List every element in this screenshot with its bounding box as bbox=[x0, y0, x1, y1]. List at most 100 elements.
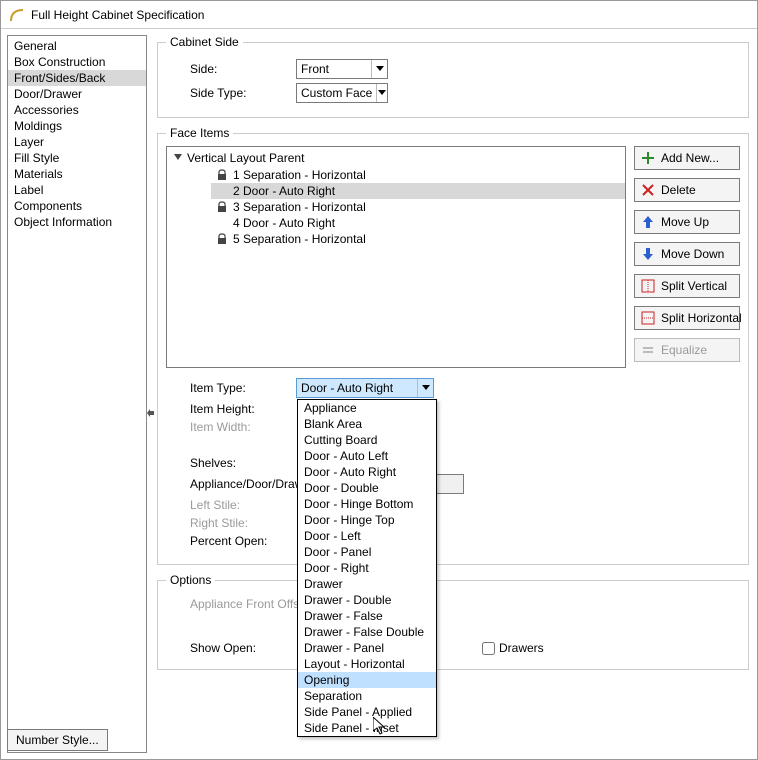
appliance-door-drawer-label: Appliance/Door/Drawer: bbox=[166, 477, 316, 491]
face-buttons: Add New... Delete Move Up Move Down bbox=[634, 146, 740, 368]
app-icon bbox=[9, 7, 25, 23]
equalize-icon bbox=[641, 343, 655, 357]
dropdown-item[interactable]: Door - Hinge Bottom bbox=[298, 496, 436, 512]
dropdown-item[interactable]: Opening bbox=[298, 672, 436, 688]
sidebar-item[interactable]: Box Construction bbox=[8, 54, 146, 70]
side-type-combo[interactable]: Custom Face bbox=[296, 83, 388, 103]
dropdown-item[interactable]: Door - Auto Left bbox=[298, 448, 436, 464]
sidebar-item[interactable]: Accessories bbox=[8, 102, 146, 118]
sidebar-item[interactable]: Front/Sides/Back bbox=[8, 70, 146, 86]
dropdown-item[interactable]: Door - Double bbox=[298, 480, 436, 496]
side-type-value: Custom Face bbox=[297, 86, 376, 100]
dropdown-item[interactable]: Side Panel - Applied bbox=[298, 704, 436, 720]
dropdown-item[interactable]: Side Panel - Inset bbox=[298, 720, 436, 736]
sidebar-item[interactable]: Fill Style bbox=[8, 150, 146, 166]
dropdown-item[interactable]: Cutting Board bbox=[298, 432, 436, 448]
side-label: Side: bbox=[166, 62, 296, 76]
dropdown-item[interactable]: Drawer - Double bbox=[298, 592, 436, 608]
dropdown-item[interactable]: Appliance bbox=[298, 400, 436, 416]
titlebar: Full Height Cabinet Specification bbox=[1, 1, 757, 29]
dropdown-item[interactable]: Layout - Horizontal bbox=[298, 656, 436, 672]
equalize-button[interactable]: Equalize bbox=[634, 338, 740, 362]
options-legend: Options bbox=[166, 573, 215, 587]
chevron-down-icon bbox=[371, 60, 387, 78]
move-down-button[interactable]: Move Down bbox=[634, 242, 740, 266]
split-vertical-button[interactable]: Split Vertical bbox=[634, 274, 740, 298]
dropdown-item[interactable]: Blank Area bbox=[298, 416, 436, 432]
side-combo[interactable]: Front bbox=[296, 59, 388, 79]
sidebar-item[interactable]: Components bbox=[8, 198, 146, 214]
split-horizontal-icon bbox=[641, 311, 655, 325]
dropdown-item[interactable]: Door - Auto Right bbox=[298, 464, 436, 480]
sidebar-item[interactable]: Layer bbox=[8, 134, 146, 150]
dropdown-item[interactable]: Door - Left bbox=[298, 528, 436, 544]
drawers-checkbox[interactable]: Drawers bbox=[482, 641, 544, 655]
cabinet-side-group: Cabinet Side Side: Front Side Type: Cust… bbox=[157, 35, 749, 118]
tree-item[interactable]: 5 Separation - Horizontal bbox=[211, 231, 625, 247]
face-items-group: Face Items Vertical Layout Parent 1 Sepa… bbox=[157, 126, 749, 565]
dropdown-item[interactable]: Drawer - False bbox=[298, 608, 436, 624]
dropdown-item[interactable]: Drawer - False Double bbox=[298, 624, 436, 640]
dropdown-item[interactable]: Door - Hinge Top bbox=[298, 512, 436, 528]
percent-open-label: Percent Open: bbox=[166, 534, 296, 548]
sidebar-item[interactable]: Door/Drawer bbox=[8, 86, 146, 102]
chevron-down-icon bbox=[376, 84, 387, 102]
options-group: Options Appliance Front Offset: Show Ope… bbox=[157, 573, 749, 670]
show-open-label: Show Open: bbox=[166, 641, 296, 655]
sidebar-item[interactable]: Moldings bbox=[8, 118, 146, 134]
dropdown-item[interactable]: Drawer bbox=[298, 576, 436, 592]
face-items-tree[interactable]: Vertical Layout Parent 1 Separation - Ho… bbox=[166, 146, 626, 368]
tree-item-label: 5 Separation - Horizontal bbox=[233, 232, 366, 246]
chevron-down-icon bbox=[173, 151, 183, 165]
split-horizontal-button[interactable]: Split Horizontal bbox=[634, 306, 740, 330]
move-up-button[interactable]: Move Up bbox=[634, 210, 740, 234]
dropdown-item[interactable]: Separation bbox=[298, 688, 436, 704]
window-title: Full Height Cabinet Specification bbox=[31, 1, 204, 29]
face-items-legend: Face Items bbox=[166, 126, 233, 140]
drawers-checkbox-label: Drawers bbox=[499, 641, 544, 655]
tree-root[interactable]: Vertical Layout Parent bbox=[167, 151, 625, 167]
tree-item[interactable]: 2 Door - Auto Right bbox=[211, 183, 625, 199]
dropdown-item[interactable]: Door - Panel bbox=[298, 544, 436, 560]
splitter-grip-icon[interactable] bbox=[146, 407, 154, 419]
tree-root-label: Vertical Layout Parent bbox=[187, 151, 304, 165]
front-offset-label: Appliance Front Offset: bbox=[166, 597, 316, 611]
tree-item-label: 1 Separation - Horizontal bbox=[233, 168, 366, 182]
lock-icon bbox=[217, 169, 227, 181]
right-stile-label: Right Stile: bbox=[166, 516, 296, 530]
number-style-button[interactable]: Number Style... bbox=[7, 729, 108, 751]
chevron-down-icon bbox=[417, 379, 433, 397]
dialog-window: Full Height Cabinet Specification Genera… bbox=[0, 0, 758, 760]
lock-icon bbox=[217, 201, 227, 213]
main-panel: Cabinet Side Side: Front Side Type: Cust… bbox=[147, 29, 757, 759]
tree-item[interactable]: 4 Door - Auto Right bbox=[211, 215, 625, 231]
lock-icon bbox=[217, 233, 227, 245]
tree-item-label: 3 Separation - Horizontal bbox=[233, 200, 366, 214]
sidebar-item[interactable]: Object Information bbox=[8, 214, 146, 230]
drawers-checkbox-input[interactable] bbox=[482, 642, 495, 655]
item-height-label: Item Height: bbox=[166, 402, 296, 416]
sidebar-item[interactable]: Label bbox=[8, 182, 146, 198]
item-type-value: Door - Auto Right bbox=[297, 381, 417, 395]
sidebar-item[interactable]: Materials bbox=[8, 166, 146, 182]
left-stile-label: Left Stile: bbox=[166, 498, 296, 512]
shelves-label: Shelves: bbox=[166, 456, 296, 470]
sidebar-item[interactable]: General bbox=[8, 38, 146, 54]
arrow-up-icon bbox=[641, 215, 655, 229]
tree-item[interactable]: 3 Separation - Horizontal bbox=[211, 199, 625, 215]
item-type-label: Item Type: bbox=[166, 381, 296, 395]
category-list[interactable]: GeneralBox ConstructionFront/Sides/BackD… bbox=[7, 35, 147, 753]
side-value: Front bbox=[297, 62, 371, 76]
item-type-combo[interactable]: Door - Auto Right ApplianceBlank AreaCut… bbox=[296, 378, 434, 398]
x-icon bbox=[641, 183, 655, 197]
add-new-button[interactable]: Add New... bbox=[634, 146, 740, 170]
item-width-label: Item Width: bbox=[166, 420, 296, 434]
plus-icon bbox=[641, 151, 655, 165]
tree-item[interactable]: 1 Separation - Horizontal bbox=[211, 167, 625, 183]
delete-button[interactable]: Delete bbox=[634, 178, 740, 202]
item-type-dropdown[interactable]: ApplianceBlank AreaCutting BoardDoor - A… bbox=[297, 399, 437, 737]
tree-item-label: 4 Door - Auto Right bbox=[233, 216, 335, 230]
dropdown-item[interactable]: Drawer - Panel bbox=[298, 640, 436, 656]
dropdown-item[interactable]: Door - Right bbox=[298, 560, 436, 576]
split-vertical-icon bbox=[641, 279, 655, 293]
